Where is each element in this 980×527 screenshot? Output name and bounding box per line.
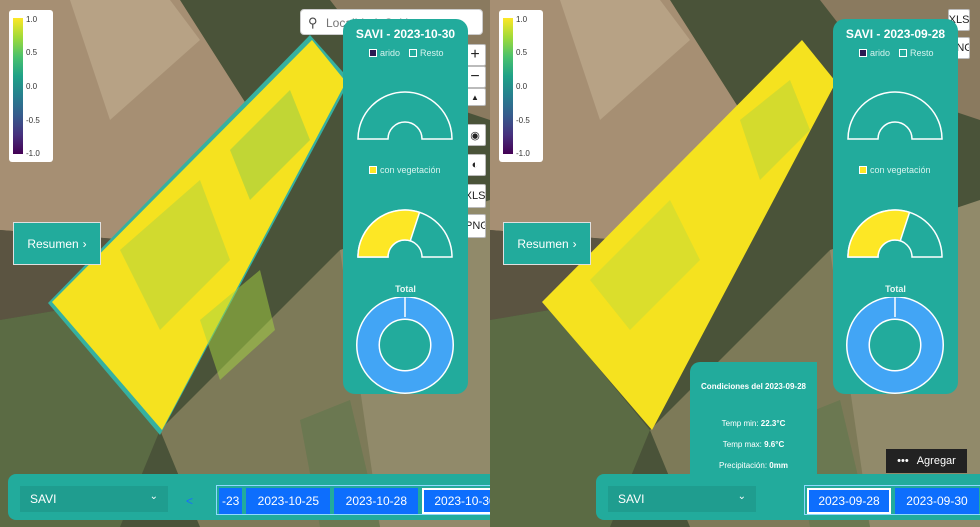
vegetacion-label: con vegetación	[380, 165, 441, 175]
color-scale-legend: 1.0 0.5 0.0 -0.5 -1.0	[499, 10, 543, 162]
legend-vegetacion: con vegetación	[859, 165, 931, 175]
map-pane-left[interactable]: 1.0 0.5 0.0 -0.5 -1.0 ⚲ + − ▲ ◉ ◐ XLS PN…	[0, 0, 490, 527]
agregar-label: Agregar	[916, 455, 956, 467]
date-button[interactable]: 2023-10-25	[246, 488, 331, 514]
precip-label: Precipitación:	[719, 461, 768, 470]
date-button[interactable]: 2023-09-30	[895, 488, 979, 514]
target-icon: ◉	[470, 129, 480, 142]
legend-tick: 0.5	[516, 48, 528, 57]
contrast-icon: ◐	[471, 159, 479, 171]
legend-resto: Resto	[899, 48, 934, 58]
resto-swatch	[409, 49, 417, 57]
legend-tick: 0.0	[26, 82, 38, 91]
temp-max-value: 9.6°C	[764, 440, 785, 449]
legend-tick: -0.5	[26, 116, 40, 125]
legend-tick: -1.0	[26, 149, 40, 158]
legend-tick: -1.0	[516, 149, 530, 158]
legend-resto: Resto	[409, 48, 444, 58]
vegetacion-swatch	[369, 166, 377, 174]
stats-panel: SAVI - 2023-09-28 arido Resto con vegeta…	[833, 19, 958, 394]
arido-label: arido	[870, 48, 891, 58]
resumen-button[interactable]: Resumen ›	[13, 222, 101, 265]
legend-tick: 0.5	[26, 48, 38, 57]
total-donut	[356, 297, 454, 394]
stats-title: SAVI - 2023-10-30	[355, 27, 456, 41]
agregar-button[interactable]: ••• Agregar	[886, 449, 967, 473]
date-bar: SAVI ⌄ < -23 2023-10-25 2023-10-28 2023-…	[8, 474, 490, 520]
legend-tick: 0.0	[516, 82, 528, 91]
resumen-label: Resumen	[27, 236, 79, 251]
prev-dates-button[interactable]: <	[186, 494, 193, 508]
vegetacion-gauge	[847, 209, 943, 258]
precipitation: Precipitación: 0mm	[696, 461, 811, 470]
vegetacion-gauge	[357, 209, 453, 258]
legend-vegetacion: con vegetación	[369, 165, 441, 175]
arido-gauge	[357, 91, 453, 140]
search-icon: ⚲	[308, 15, 318, 30]
index-select-value: SAVI	[30, 492, 57, 506]
chevron-down-icon: ⌄	[737, 491, 746, 502]
arido-label: arido	[380, 48, 401, 58]
index-select[interactable]: SAVI ⌄	[608, 486, 756, 512]
temp-min-value: 22.3°C	[760, 419, 786, 428]
temp-max: Temp max: 9.6°C	[696, 440, 811, 449]
index-select-value: SAVI	[618, 492, 645, 506]
index-select[interactable]: SAVI ⌄	[20, 486, 168, 512]
chevron-right-icon: ›	[572, 236, 577, 251]
legend-arido: arido	[859, 48, 890, 58]
chevron-right-icon: ›	[82, 236, 87, 251]
total-label: Total	[395, 284, 416, 294]
resto-label: Resto	[420, 48, 444, 58]
color-scale-bar	[13, 18, 23, 154]
legend-tick: -0.5	[516, 116, 530, 125]
resumen-button[interactable]: Resumen ›	[503, 222, 591, 265]
conditions-panel: Condiciones del 2023-09-28 Temp min: 22.…	[690, 362, 817, 477]
date-button-selected[interactable]: 2023-10-30	[422, 488, 490, 514]
date-list: -23 2023-10-25 2023-10-28 2023-10-30	[216, 485, 490, 515]
temp-max-label: Temp max:	[722, 440, 762, 449]
total-donut	[846, 297, 944, 394]
vegetacion-label: con vegetación	[870, 165, 931, 175]
precip-value: 0mm	[769, 461, 788, 470]
arido-swatch	[369, 49, 377, 57]
resto-label: Resto	[910, 48, 934, 58]
date-button[interactable]: -23	[219, 488, 243, 514]
vegetacion-gauge-fill	[847, 209, 911, 258]
resumen-label: Resumen	[517, 236, 569, 251]
resto-swatch	[899, 49, 907, 57]
color-scale-bar	[503, 18, 513, 154]
more-dots-icon: •••	[897, 455, 909, 467]
temp-min-label: Temp min:	[721, 419, 759, 428]
conditions-title: Condiciones del 2023-09-28	[701, 382, 806, 391]
stats-title: SAVI - 2023-09-28	[845, 27, 946, 41]
arido-gauge	[847, 91, 943, 140]
date-button[interactable]: 2023-10-28	[334, 488, 419, 514]
color-scale-legend: 1.0 0.5 0.0 -0.5 -1.0	[9, 10, 53, 162]
stats-panel: SAVI - 2023-10-30 arido Resto con vegeta…	[343, 19, 468, 394]
legend-tick: 1.0	[516, 15, 528, 24]
date-bar: SAVI ⌄ 2023-09-28 2023-09-30	[596, 474, 980, 520]
vegetacion-gauge-fill	[357, 209, 421, 258]
date-list: 2023-09-28 2023-09-30	[804, 485, 980, 515]
vegetacion-swatch	[859, 166, 867, 174]
legend-arido: arido	[369, 48, 400, 58]
legend-tick: 1.0	[26, 15, 38, 24]
chevron-down-icon: ⌄	[149, 491, 158, 502]
date-button-selected[interactable]: 2023-09-28	[807, 488, 891, 514]
arido-swatch	[859, 49, 867, 57]
total-label: Total	[885, 284, 906, 294]
temp-min: Temp min: 22.3°C	[696, 419, 811, 428]
